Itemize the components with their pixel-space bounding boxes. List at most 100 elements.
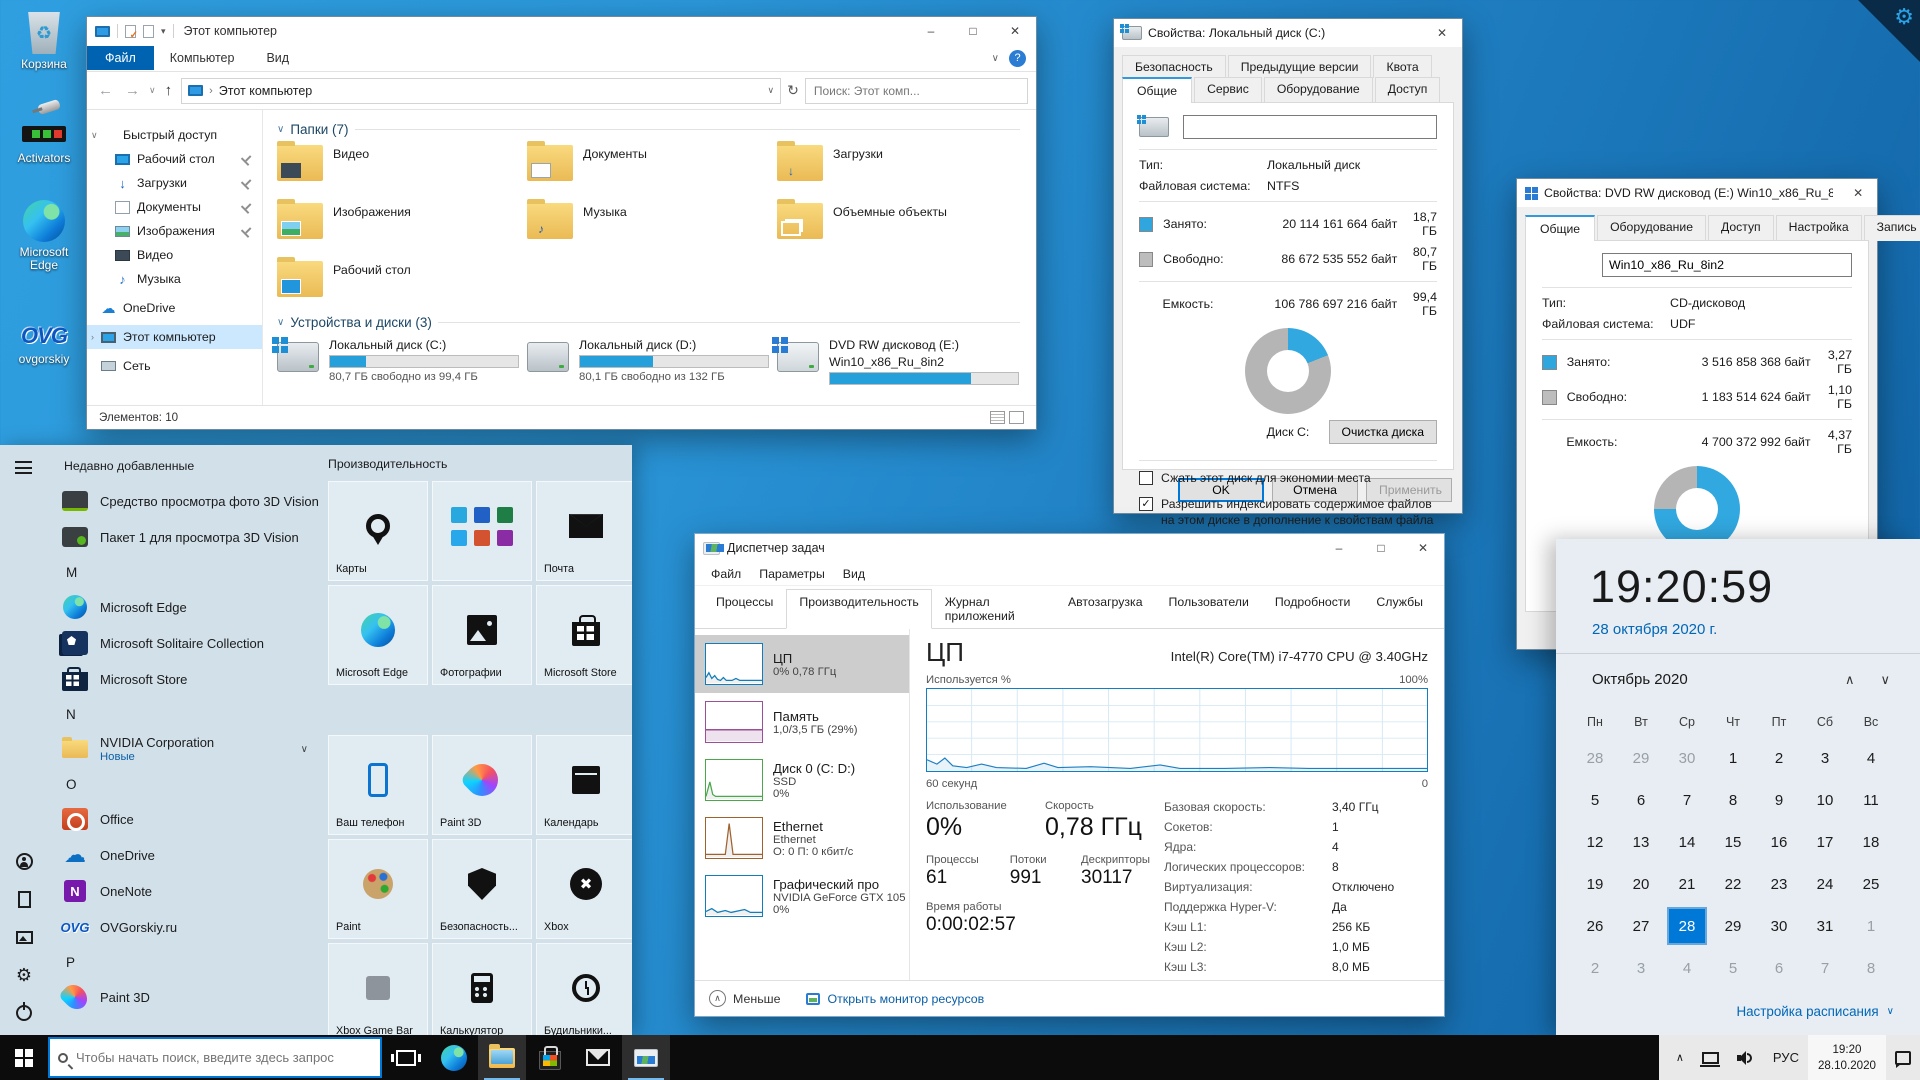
ribbon-tab-Файл[interactable]: Файл — [87, 46, 154, 70]
perf-item-Ethernet[interactable]: EthernetEthernetО: 0 П: 0 кбит/с — [695, 809, 909, 867]
explorer-titlebar[interactable]: ▾ Этот компьютер – □ ✕ — [87, 17, 1036, 45]
folder-item-Музыка[interactable]: ♪Музыка — [527, 203, 777, 249]
address-bar[interactable]: › Этот компьютер ∨ — [181, 78, 781, 104]
perf-item-Диск 0 (C: D:)[interactable]: Диск 0 (C: D:)SSD0% — [695, 751, 909, 809]
maximize-button[interactable]: □ — [952, 17, 994, 45]
app-item-Пакет 1 для просмотра 3D Vision[interactable]: Пакет 1 для просмотра 3D Vision — [52, 519, 322, 555]
properties-icon[interactable] — [125, 25, 136, 38]
tab-Оборудование[interactable]: Оборудование — [1264, 77, 1373, 103]
tile-Фотографии[interactable]: Фотографии — [432, 585, 532, 685]
minimize-button[interactable]: – — [910, 17, 952, 45]
calendar-day[interactable]: 28 — [1664, 905, 1710, 947]
calendar-day[interactable]: 7 — [1664, 779, 1710, 821]
calendar-day[interactable]: 10 — [1802, 779, 1848, 821]
taskbar-search[interactable] — [48, 1037, 382, 1078]
calendar-day[interactable]: 30 — [1756, 905, 1802, 947]
calendar-day[interactable]: 14 — [1664, 821, 1710, 863]
calendar-day[interactable]: 29 — [1710, 905, 1756, 947]
tab-Журнал приложений[interactable]: Журнал приложений — [932, 589, 1055, 629]
close-button[interactable]: ✕ — [1839, 179, 1877, 207]
taskbar-clock[interactable]: 19:20 28.10.2020 — [1808, 1035, 1886, 1080]
letter-header-O[interactable]: O — [52, 767, 322, 801]
app-item-Microsoft Store[interactable]: Microsoft Store — [52, 661, 322, 697]
up-button[interactable]: ↑ — [162, 82, 176, 99]
taskbar-edge-button[interactable] — [430, 1035, 478, 1080]
tile-Microsoft Store[interactable]: Microsoft Store — [536, 585, 632, 685]
tab-Запись[interactable]: Запись — [1864, 215, 1920, 241]
tab-Предыдущие версии[interactable]: Предыдущие версии — [1228, 55, 1372, 78]
dialog-titlebar[interactable]: Свойства: DVD RW дисковод (E:) Win10_x86… — [1517, 179, 1877, 207]
action-center-icon[interactable] — [1886, 1035, 1920, 1080]
collapse-chevron-icon[interactable]: ∨ — [277, 124, 284, 135]
calendar-day[interactable]: 24 — [1802, 863, 1848, 905]
tab-Производительность[interactable]: Производительность — [786, 589, 931, 629]
qat-caret-icon[interactable]: ▾ — [161, 26, 166, 37]
expand-chevron-icon[interactable]: › — [91, 332, 94, 342]
tab-Автозагрузка[interactable]: Автозагрузка — [1055, 589, 1156, 629]
calendar-day[interactable]: 19 — [1572, 863, 1618, 905]
perf-item-ЦП[interactable]: ЦП0% 0,78 ГГц — [695, 635, 909, 693]
sidebar-item-OneDrive[interactable]: ☁OneDrive — [87, 296, 262, 320]
sidebar-item-Видео[interactable]: Видео — [87, 243, 262, 267]
sidebar-item-Музыка[interactable]: ♪Музыка — [87, 267, 262, 291]
sidebar-item-Загрузки[interactable]: ↓Загрузки — [87, 171, 262, 195]
tile-Xbox[interactable]: ✖Xbox — [536, 839, 632, 939]
perf-item-Графический про[interactable]: Графический проNVIDIA GeForce GTX 1050% — [695, 867, 909, 925]
calendar-day[interactable]: 18 — [1848, 821, 1894, 863]
language-indicator[interactable]: РУС — [1764, 1035, 1808, 1080]
sidebar-item-Быстрый доступ[interactable]: ∨Быстрый доступ — [87, 123, 262, 147]
forward-button[interactable]: → — [122, 82, 143, 99]
calendar-month-label[interactable]: Октябрь 2020 — [1592, 671, 1688, 688]
folder-item-Изображения[interactable]: Изображения — [277, 203, 527, 249]
calendar-day[interactable]: 5 — [1572, 779, 1618, 821]
app-item-OVGorskiy.ru[interactable]: OVGOVGorskiy.ru — [52, 909, 322, 945]
minimize-button[interactable]: – — [1318, 534, 1360, 562]
checkbox-unchecked[interactable] — [1139, 471, 1153, 485]
expand-chevron-icon[interactable]: ∨ — [301, 744, 308, 755]
calendar-day[interactable]: 6 — [1756, 947, 1802, 989]
selected-day[interactable]: 28 — [1667, 907, 1707, 945]
folder-item-Загрузки[interactable]: ↓Загрузки — [777, 145, 1027, 191]
taskbar-task-manager-button[interactable] — [622, 1035, 670, 1080]
menu-Файл[interactable]: Файл — [703, 564, 749, 584]
user-icon[interactable] — [14, 851, 34, 871]
calendar-day[interactable]: 31 — [1802, 905, 1848, 947]
new-item-icon[interactable] — [143, 25, 154, 38]
fewer-details-button[interactable]: ∧ Меньше — [709, 990, 780, 1007]
drive-item-Локальный диск (C:)[interactable]: Локальный диск (C:)80,7 ГБ свободно из 9… — [277, 338, 527, 385]
calendar-day[interactable]: 4 — [1848, 737, 1894, 779]
list-view-button[interactable] — [990, 411, 1005, 424]
calendar-day[interactable]: 2 — [1572, 947, 1618, 989]
tile-office-group[interactable] — [432, 481, 532, 581]
tile-Xbox Game Bar[interactable]: Xbox Game Bar — [328, 943, 428, 1035]
app-item-Microsoft Edge[interactable]: Microsoft Edge — [52, 589, 322, 625]
tab-Службы[interactable]: Службы — [1363, 589, 1436, 629]
documents-icon[interactable] — [14, 889, 34, 909]
calendar-day[interactable]: 11 — [1848, 779, 1894, 821]
taskbar-store-button[interactable] — [526, 1035, 574, 1080]
sidebar-item-Документы[interactable]: Документы — [87, 195, 262, 219]
expand-chevron-icon[interactable]: ∨ — [91, 130, 98, 141]
calendar-day[interactable]: 2 — [1756, 737, 1802, 779]
sidebar-item-Этот компьютер[interactable]: ›Этот компьютер — [87, 325, 262, 349]
ribbon-collapse-icon[interactable]: ∨ — [992, 53, 999, 64]
taskbar-task-view-button[interactable] — [382, 1035, 430, 1080]
index-checkbox-row[interactable]: ✓ Разрешить индексировать содержимое фай… — [1139, 497, 1437, 529]
calendar-day[interactable]: 6 — [1618, 779, 1664, 821]
menu-Вид[interactable]: Вид — [835, 564, 873, 584]
tile-Ваш телефон[interactable]: Ваш телефон — [328, 735, 428, 835]
menu-Параметры[interactable]: Параметры — [751, 564, 833, 584]
folders-group-header[interactable]: ∨ Папки (7) — [277, 122, 1036, 137]
desktop-icon-recycle-bin[interactable]: ♻ Корзина — [6, 8, 82, 72]
calendar-day[interactable]: 16 — [1756, 821, 1802, 863]
calendar-day[interactable]: 7 — [1802, 947, 1848, 989]
taskbar-mail-button[interactable] — [574, 1035, 622, 1080]
tile-Microsoft Edge[interactable]: Microsoft Edge — [328, 585, 428, 685]
folder-item-Документы[interactable]: Документы — [527, 145, 777, 191]
app-item-NVIDIA Corporation[interactable]: NVIDIA CorporationНовые∨ — [52, 731, 322, 767]
address-dropdown-icon[interactable]: ∨ — [768, 85, 775, 96]
sidebar-item-Рабочий стол[interactable]: Рабочий стол — [87, 147, 262, 171]
tile-Калькулятор[interactable]: Калькулятор — [432, 943, 532, 1035]
ribbon-tab-Компьютер[interactable]: Компьютер — [154, 46, 251, 70]
close-button[interactable]: ✕ — [1422, 19, 1462, 47]
